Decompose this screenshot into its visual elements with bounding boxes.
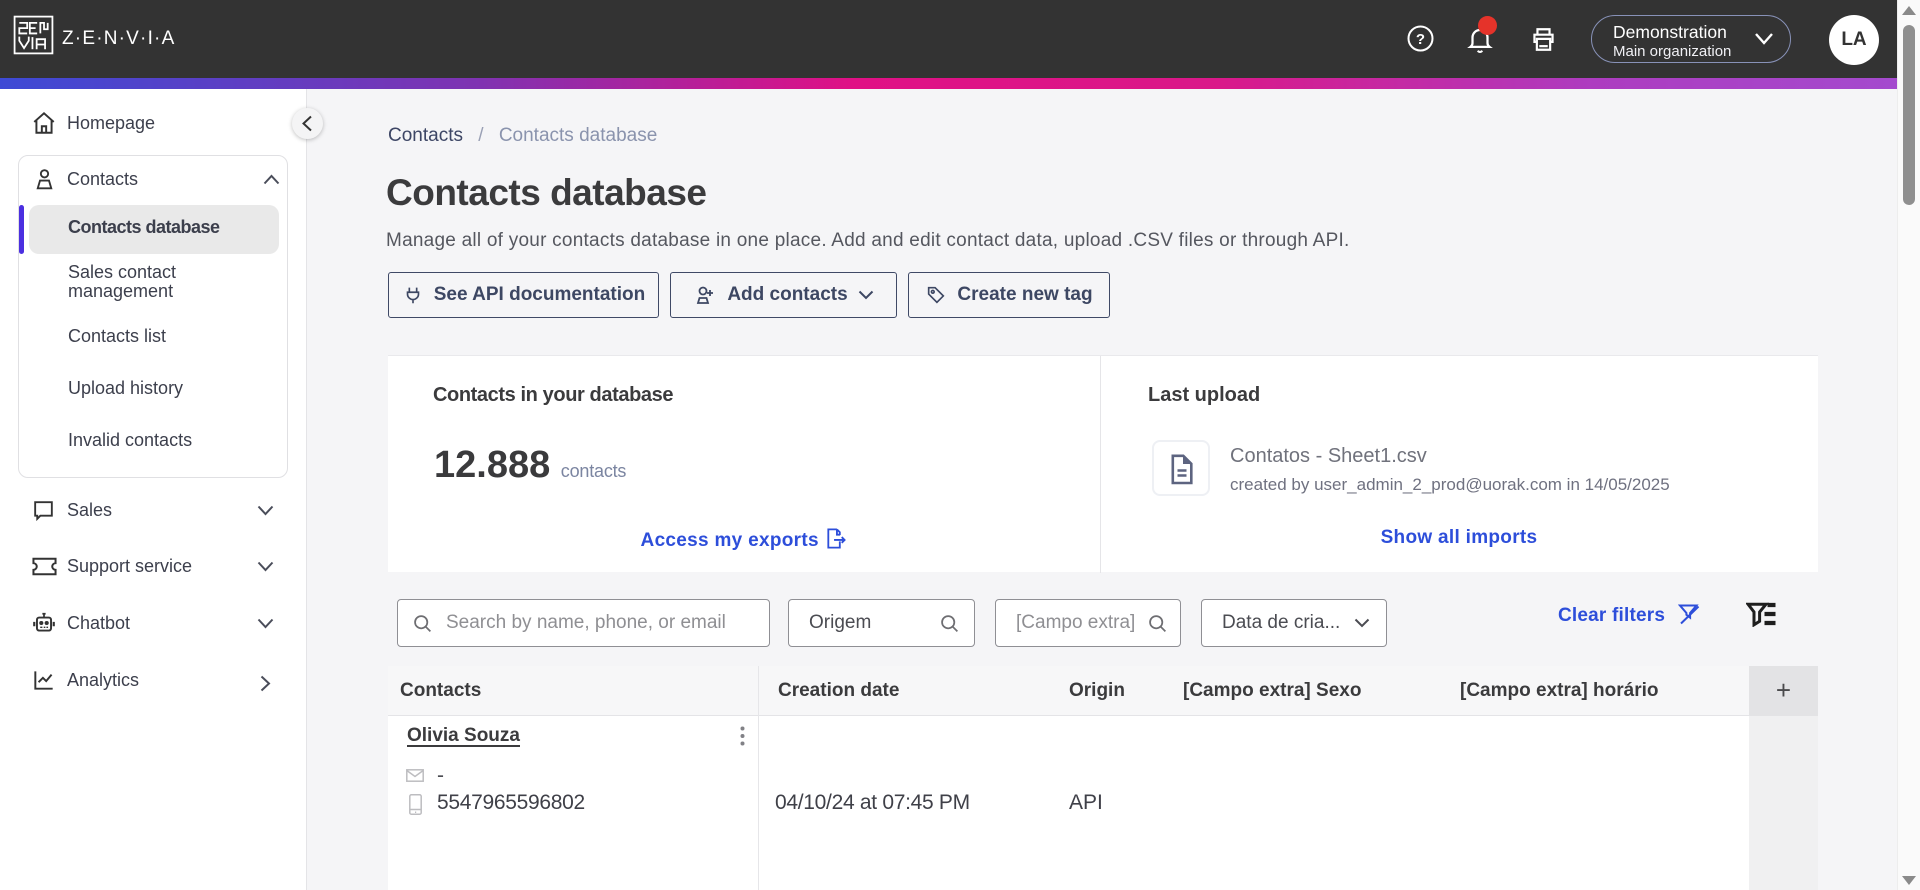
svg-text:?: ? [1416, 31, 1425, 48]
